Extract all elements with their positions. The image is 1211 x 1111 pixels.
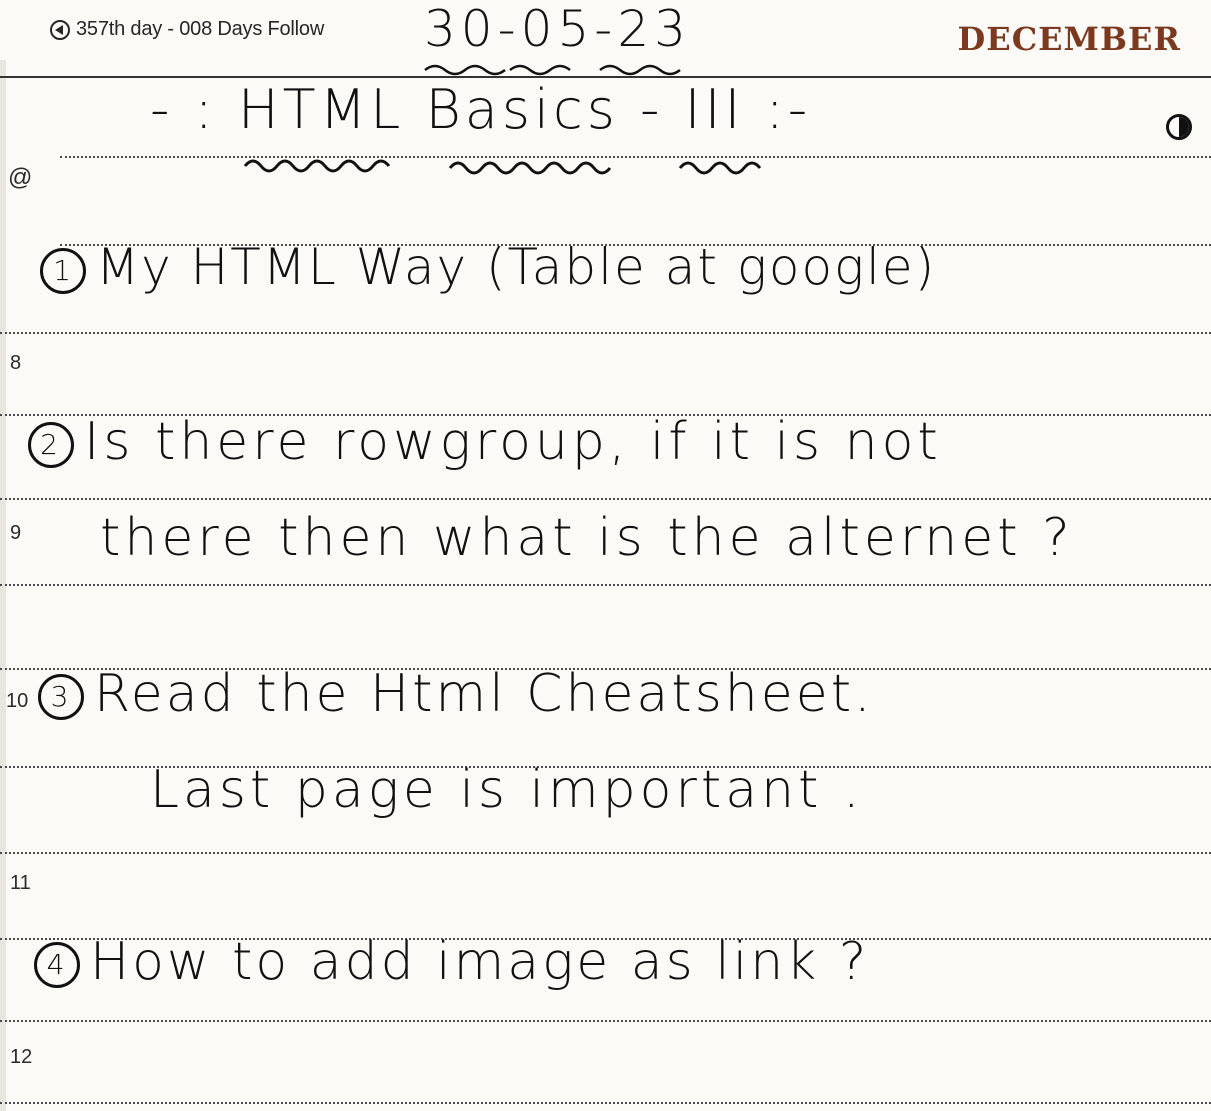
ruled-line <box>0 584 1211 586</box>
hour-label-11: 11 <box>10 872 31 894</box>
day-counter-text: 357th day - 008 Days Follow <box>76 18 325 40</box>
note-item-text: Is there rowgroup, if it is not <box>84 412 942 472</box>
ruled-line <box>0 498 1211 500</box>
note-item-2-continuation: there then what is the alternet ? <box>100 508 1074 568</box>
diary-page: 357th day - 008 Days Follow 30-05-23 DEC… <box>0 0 1211 1111</box>
ruled-line <box>0 1102 1211 1104</box>
month-label: DECEMBER <box>957 20 1181 58</box>
item-number-badge: 1 <box>40 247 86 294</box>
title-underline-squiggle <box>243 159 762 175</box>
date-underline-squiggle <box>424 64 681 76</box>
note-item-2: 2 Is there rowgroup, if it is not <box>28 412 942 472</box>
ruled-line <box>0 852 1211 854</box>
hour-label-10: 10 <box>6 690 29 712</box>
circle-left-arrow-icon <box>50 19 70 40</box>
day-counter-header: 357th day - 008 Days Follow <box>50 18 324 41</box>
note-item-4: 4 How to add image as link ? <box>34 932 869 992</box>
item-number-badge: 2 <box>28 422 74 468</box>
hour-label-8: 8 <box>10 352 22 374</box>
item-number-badge: 4 <box>34 942 80 988</box>
item-number-badge: 3 <box>38 674 84 720</box>
note-item-text: How to add image as link ? <box>90 932 870 992</box>
note-item-text: My HTML Way (Table at google) <box>96 238 937 296</box>
ruled-line <box>0 332 1211 334</box>
note-item-3: 3 Read the Html Cheatsheet. <box>38 664 874 724</box>
margin-at-symbol: @ <box>8 164 33 191</box>
ruled-line <box>0 1020 1211 1022</box>
hour-label-9: 9 <box>10 522 22 544</box>
handwritten-date: 30-05-23 <box>424 0 691 58</box>
hour-label-12: 12 <box>10 1046 33 1068</box>
note-item-3-continuation: Last page is important . <box>150 760 864 820</box>
note-item-text: Read the Html Cheatsheet. <box>94 664 874 724</box>
notes-title: - : HTML Basics - III :- <box>150 78 812 141</box>
note-item-1: 1 My HTML Way (Table at google) <box>40 238 936 296</box>
half-filled-circle-icon <box>1166 114 1192 140</box>
